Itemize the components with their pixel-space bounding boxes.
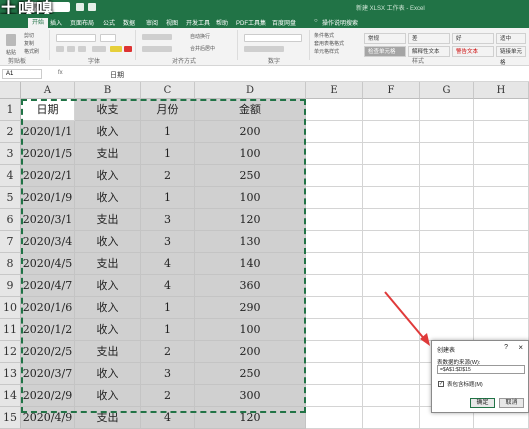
cancel-button[interactable]: 取消 [499, 398, 524, 408]
create-table-dialog: 创建表 ? × 表数据的来源(W): =$A$1:$D$15 ✓ 表包含标题(M… [431, 340, 529, 413]
dialog-title: 创建表 [437, 348, 456, 354]
close-icon[interactable]: × [518, 343, 523, 352]
has-headers-label: 表包含标题(M) [447, 382, 483, 388]
has-headers-checkbox[interactable]: ✓ [438, 381, 444, 387]
ok-button[interactable]: 确定 [470, 398, 495, 408]
help-icon[interactable]: ? [504, 344, 508, 351]
range-input[interactable]: =$A$1:$D$15 [437, 365, 525, 374]
